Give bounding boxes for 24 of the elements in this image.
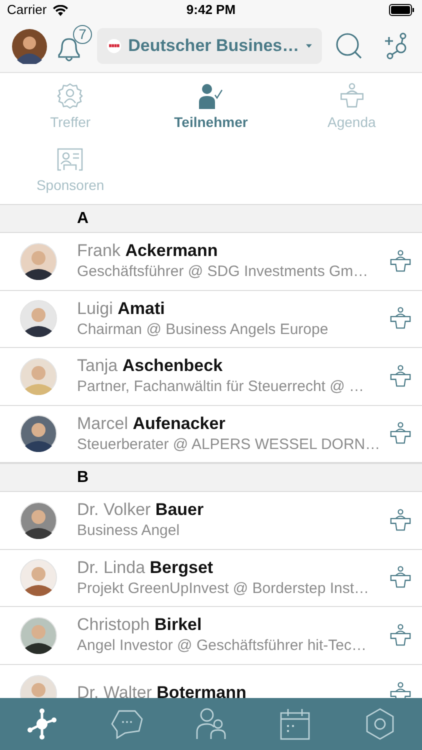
person-name: Marcel Aufenacker (77, 412, 226, 435)
tab[interactable]: Agenda (281, 83, 422, 141)
person-name: Dr. Linda Bergset (77, 556, 214, 579)
person-name: Frank Ackermann (77, 240, 219, 262)
person-title: Steuerberater @ ALPERS WESSEL DORN… (77, 434, 382, 455)
tab[interactable]: Sponsoren (0, 148, 141, 206)
tab[interactable]: Treffer (0, 83, 141, 141)
section-header: A (77, 208, 89, 228)
person-name: Christoph Birkel (77, 614, 203, 636)
person-name: Tanja Aschenbeck (77, 355, 224, 378)
person-title: Chairman @ Business Angels Europe (77, 320, 330, 340)
event-selector[interactable]: Deutscher Busines… (97, 28, 322, 64)
person-title: Business Angel (77, 521, 181, 542)
person-name: Dr. Volker Bauer (77, 499, 205, 522)
person-title: Geschäftsführer @ SDG Investments Gm… (77, 262, 370, 282)
person-name: Luigi Amati (77, 298, 166, 320)
carrier-label: Carrier (7, 1, 47, 20)
tab[interactable]: Teilnehmer (140, 83, 282, 141)
person-title: Angel Investor @ Geschäftsführer hit-Tec… (77, 636, 368, 656)
notification-count: 7 (73, 25, 92, 44)
person-title: Partner, Fachanwältin für Steuerrecht @ … (77, 377, 366, 398)
clock-time: 9:42 PM (186, 1, 236, 20)
person-title: Projekt GreenUpInvest @ Borderstep Inst… (77, 578, 370, 599)
section-header: B (77, 468, 89, 488)
